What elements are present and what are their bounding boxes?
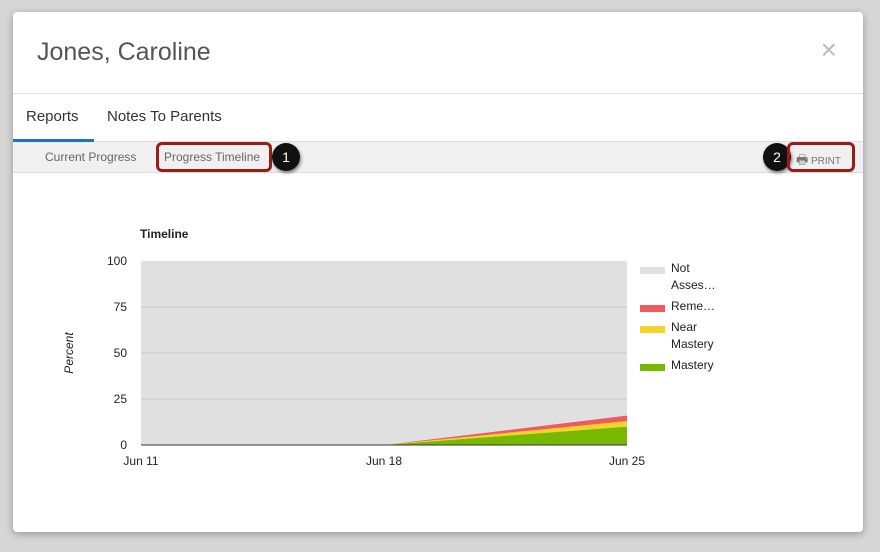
legend-label: Mastery [671, 358, 714, 372]
y-axis-label: Percent [62, 332, 76, 374]
legend-label: Near [671, 320, 697, 334]
legend-swatch [640, 267, 665, 274]
y-tick-label: 50 [114, 346, 128, 360]
legend-label: Reme… [671, 299, 715, 313]
legend-swatch [640, 326, 665, 333]
y-tick-label: 25 [114, 392, 128, 406]
legend-label: Asses… [671, 278, 716, 292]
legend-label: Not [671, 261, 690, 275]
legend-swatch [640, 305, 665, 312]
x-tick-label: Jun 25 [609, 454, 645, 468]
legend-swatch [640, 364, 665, 371]
y-tick-label: 75 [114, 300, 128, 314]
x-tick-label: Jun 11 [123, 454, 158, 468]
x-tick-label: Jun 18 [366, 454, 402, 468]
y-tick-label: 100 [107, 254, 127, 268]
y-tick-label: 0 [120, 438, 127, 452]
chart-title: Timeline [140, 227, 189, 241]
timeline-chart: Timeline Percent 0 25 50 75 100 Jun 11 Jun 18 Jun… [62, 227, 716, 468]
legend-label: Mastery [671, 337, 714, 351]
